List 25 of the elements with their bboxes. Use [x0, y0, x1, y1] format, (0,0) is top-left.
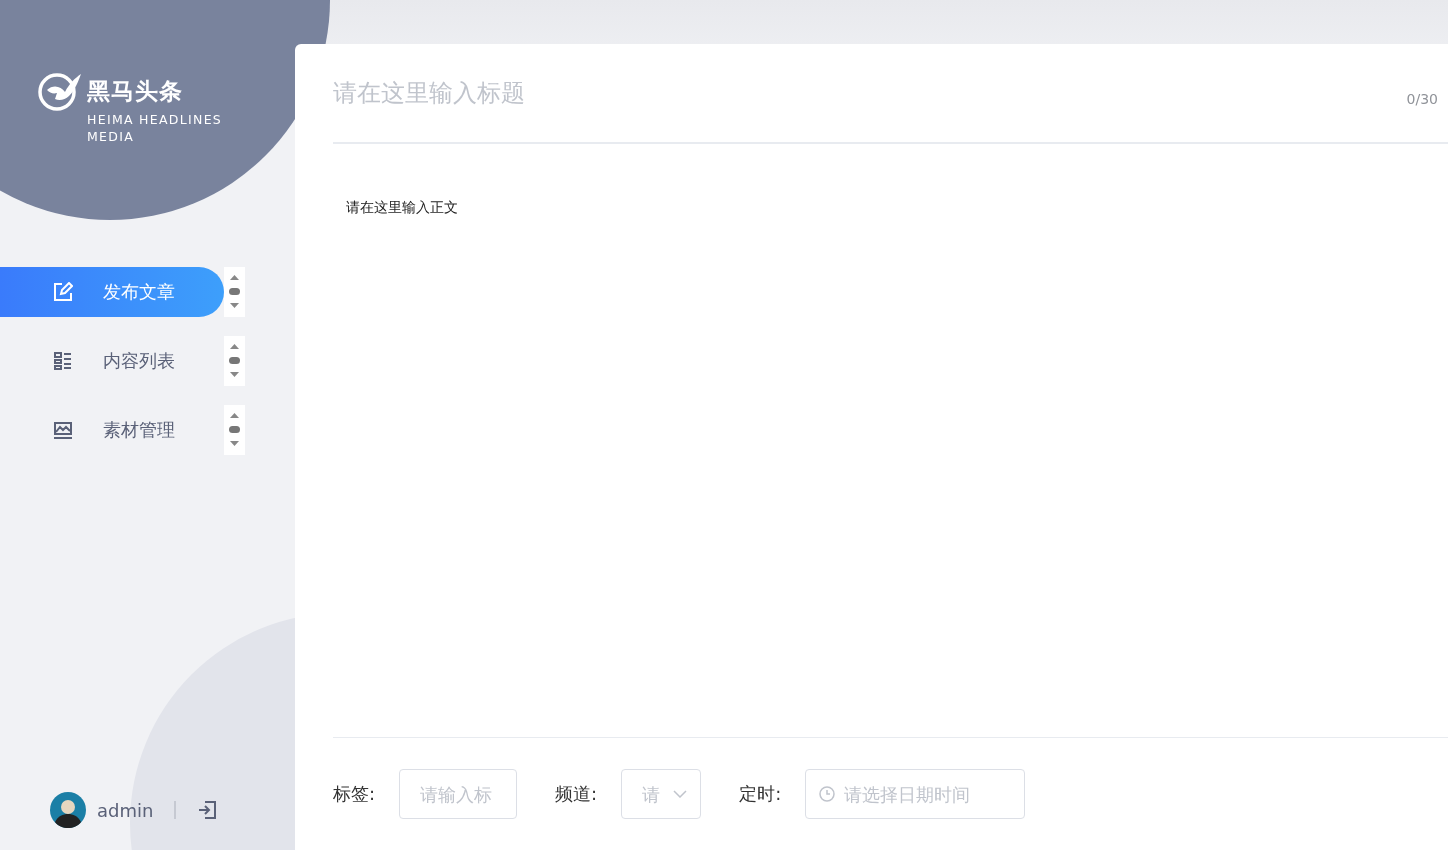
- channel-select[interactable]: 请: [621, 769, 702, 819]
- nav-item[interactable]: 内容列表: [0, 336, 224, 386]
- clock-icon: [819, 786, 836, 802]
- tag-field[interactable]: 请输入标: [399, 769, 518, 819]
- body-text[interactable]: 请在这里输入正文: [346, 199, 458, 215]
- scroll-arrows-icon: [224, 405, 245, 455]
- list-icon: [53, 351, 73, 371]
- brand-subtitle: HEIMA HEADLINES MEDIA: [87, 111, 224, 145]
- nav-item[interactable]: 素材管理: [0, 405, 224, 455]
- scroll-arrows-icon: [224, 267, 245, 317]
- brand-name: 黑马头条: [87, 80, 184, 103]
- field-label: 频道:: [555, 782, 598, 806]
- field-label: 标签:: [333, 782, 376, 806]
- user-name: admin: [97, 799, 154, 821]
- date-picker[interactable]: 请选择日期时间: [805, 769, 1026, 819]
- avatar: [50, 792, 86, 828]
- chevron-down-icon: [673, 790, 688, 798]
- nav-item[interactable]: 发布文章: [0, 267, 224, 317]
- logo-icon: [37, 72, 81, 112]
- logout-icon[interactable]: [197, 800, 218, 820]
- field-label: 定时:: [739, 782, 782, 806]
- scroll-arrows-icon: [224, 336, 245, 386]
- image-icon: [53, 420, 73, 440]
- char-counter: 0/30: [1406, 91, 1438, 107]
- edit-icon: [53, 282, 73, 302]
